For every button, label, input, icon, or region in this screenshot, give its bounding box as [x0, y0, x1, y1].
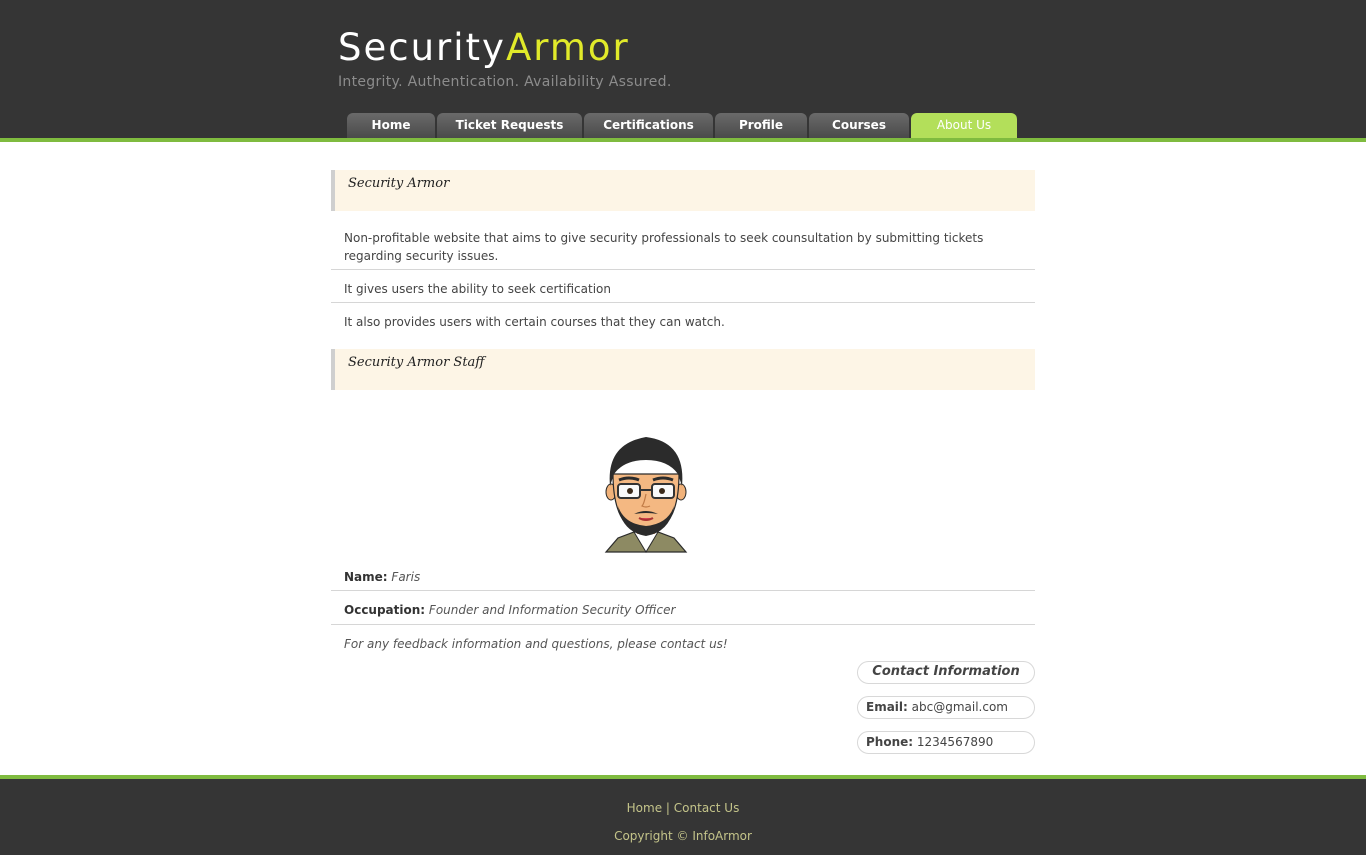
contact-phone-label: Phone:: [866, 735, 914, 749]
feedback-text: For any feedback information and questio…: [331, 635, 1035, 655]
contact-info-title: Contact Information: [857, 661, 1035, 684]
tab-about-us[interactable]: About Us: [911, 113, 1017, 138]
staff-occupation-label: Occupation:: [344, 603, 426, 617]
site-logo[interactable]: SecurityArmor: [338, 26, 630, 69]
contact-phone-value: 1234567890: [916, 735, 994, 749]
contact-email: Email: abc@gmail.com: [857, 696, 1035, 719]
contact-email-label: Email:: [866, 700, 908, 714]
logo-text-armor: Armor: [505, 26, 630, 69]
header-divider: [0, 138, 1366, 142]
staff-name-value: Faris: [391, 570, 421, 584]
feedback-message: For any feedback information and questio…: [344, 637, 728, 651]
staff-occupation-row: Occupation: Founder and Information Secu…: [331, 591, 1035, 625]
footer-link-home[interactable]: Home: [627, 801, 662, 815]
footer-copyright: Copyright © InfoArmor: [614, 829, 752, 843]
staff-avatar: [604, 437, 688, 553]
about-heading: Security Armor: [331, 170, 1035, 211]
footer-separator: |: [665, 801, 670, 815]
site-footer: Home | Contact Us Copyright © InfoArmor: [0, 779, 1366, 855]
footer-links: Home | Contact Us: [0, 801, 1366, 815]
about-paragraph-1: Non-profitable website that aims to give…: [331, 228, 1035, 270]
main-nav: Home Ticket Requests Certifications Prof…: [0, 113, 1366, 138]
about-paragraph-3: It also provides users with certain cour…: [344, 315, 725, 329]
tab-profile[interactable]: Profile: [715, 113, 807, 138]
about-paragraph-2: It gives users the ability to seek certi…: [331, 270, 1035, 303]
footer-link-contact[interactable]: Contact Us: [674, 801, 740, 815]
tab-home[interactable]: Home: [347, 113, 435, 138]
staff-name-row: Name: Faris: [331, 568, 1035, 591]
staff-occupation-value: Founder and Information Security Officer: [428, 603, 676, 617]
tab-courses[interactable]: Courses: [809, 113, 909, 138]
contact-phone: Phone: 1234567890: [857, 731, 1035, 754]
site-slogan: Integrity. Authentication. Availability …: [338, 74, 672, 90]
tab-ticket-requests[interactable]: Ticket Requests: [437, 113, 582, 138]
logo-text-security: Security: [338, 26, 506, 69]
tab-certifications[interactable]: Certifications: [584, 113, 713, 138]
staff-heading: Security Armor Staff: [331, 349, 1035, 390]
staff-name-label: Name:: [344, 570, 388, 584]
contact-email-value[interactable]: abc@gmail.com: [912, 700, 1008, 714]
